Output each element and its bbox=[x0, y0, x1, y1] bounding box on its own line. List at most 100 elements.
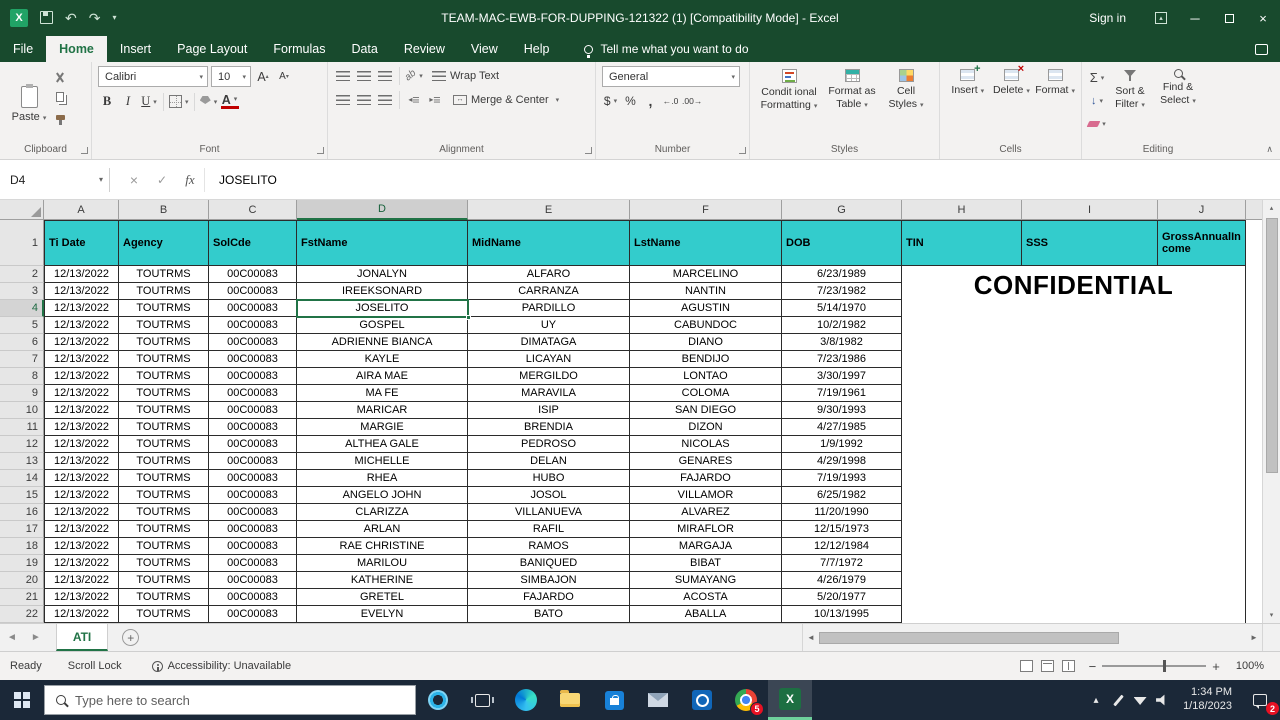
row-header-22[interactable]: 22 bbox=[0, 606, 44, 623]
cell-B6[interactable]: TOUTRMS bbox=[119, 334, 209, 351]
cell-F11[interactable]: DIZON bbox=[630, 419, 782, 436]
cell-F20[interactable]: SUMAYANG bbox=[630, 572, 782, 589]
cell-F19[interactable]: BIBAT bbox=[630, 555, 782, 572]
cell-F4[interactable]: AGUSTIN bbox=[630, 300, 782, 317]
taskbar-search[interactable] bbox=[44, 685, 416, 715]
header-cell-D1[interactable]: FstName bbox=[297, 220, 468, 266]
insert-function-icon[interactable]: fx bbox=[176, 168, 204, 192]
sign-in-button[interactable]: Sign in bbox=[1071, 11, 1144, 25]
header-cell-C1[interactable]: SolCde bbox=[209, 220, 297, 266]
cell-F10[interactable]: SAN DIEGO bbox=[630, 402, 782, 419]
cell-A2[interactable]: 12/13/2022 bbox=[44, 266, 119, 283]
cell-C21[interactable]: 00C00083 bbox=[209, 589, 297, 606]
cell-A20[interactable]: 12/13/2022 bbox=[44, 572, 119, 589]
number-format-select[interactable]: General bbox=[602, 66, 740, 87]
currency-format-icon[interactable] bbox=[602, 92, 619, 110]
name-box[interactable]: D4 bbox=[0, 167, 110, 192]
sheet-tab-ati[interactable]: ATI bbox=[55, 624, 109, 651]
cell-A3[interactable]: 12/13/2022 bbox=[44, 283, 119, 300]
cell-F6[interactable]: DIANO bbox=[630, 334, 782, 351]
zoom-slider[interactable] bbox=[1102, 660, 1207, 672]
cell-C13[interactable]: 00C00083 bbox=[209, 453, 297, 470]
vertical-scrollbar[interactable]: ▴ ▾ bbox=[1262, 200, 1280, 623]
cell-G11[interactable]: 4/27/1985 bbox=[782, 419, 902, 436]
column-header-F[interactable]: F bbox=[630, 200, 782, 220]
cell-G15[interactable]: 6/25/1982 bbox=[782, 487, 902, 504]
cell-G9[interactable]: 7/19/1961 bbox=[782, 385, 902, 402]
fill-color-icon[interactable] bbox=[199, 92, 218, 111]
cell-E3[interactable]: CARRANZA bbox=[468, 283, 630, 300]
cell-C17[interactable]: 00C00083 bbox=[209, 521, 297, 538]
cell-E22[interactable]: BATO bbox=[468, 606, 630, 623]
scroll-down-icon[interactable]: ▾ bbox=[1263, 607, 1280, 623]
conditional-formatting-button[interactable]: Condit ional Formatting bbox=[756, 66, 822, 142]
bold-button[interactable] bbox=[98, 92, 116, 111]
cell-C5[interactable]: 00C00083 bbox=[209, 317, 297, 334]
italic-button[interactable] bbox=[119, 92, 137, 111]
cell-A18[interactable]: 12/13/2022 bbox=[44, 538, 119, 555]
qat-customize-icon[interactable]: ▾ bbox=[112, 14, 116, 22]
pen-icon[interactable] bbox=[1107, 680, 1129, 720]
volume-icon[interactable] bbox=[1151, 680, 1173, 720]
excel-taskbar-button[interactable] bbox=[768, 680, 812, 720]
cell-A9[interactable]: 12/13/2022 bbox=[44, 385, 119, 402]
cut-icon[interactable] bbox=[52, 70, 68, 84]
cell-D9[interactable]: MA FE bbox=[297, 385, 468, 402]
cell-F17[interactable]: MIRAFLOR bbox=[630, 521, 782, 538]
cell-G2[interactable]: 6/23/1989 bbox=[782, 266, 902, 283]
cell-B15[interactable]: TOUTRMS bbox=[119, 487, 209, 504]
cell-F12[interactable]: NICOLAS bbox=[630, 436, 782, 453]
cell-C7[interactable]: 00C00083 bbox=[209, 351, 297, 368]
row-header-12[interactable]: 12 bbox=[0, 436, 44, 453]
cell-D13[interactable]: MICHELLE bbox=[297, 453, 468, 470]
cell-F2[interactable]: MARCELINO bbox=[630, 266, 782, 283]
cell-G6[interactable]: 3/8/1982 bbox=[782, 334, 902, 351]
column-header-G[interactable]: G bbox=[782, 200, 902, 220]
column-header-D[interactable]: D bbox=[297, 200, 468, 220]
format-cells-button[interactable]: Format bbox=[1033, 66, 1077, 142]
taskbar-clock[interactable]: 1:34 PM 1/18/2023 bbox=[1173, 686, 1240, 714]
cell-C8[interactable]: 00C00083 bbox=[209, 368, 297, 385]
cell-G14[interactable]: 7/19/1993 bbox=[782, 470, 902, 487]
cell-A16[interactable]: 12/13/2022 bbox=[44, 504, 119, 521]
cell-C2[interactable]: 00C00083 bbox=[209, 266, 297, 283]
tab-insert[interactable]: Insert bbox=[107, 36, 164, 62]
header-cell-E1[interactable]: MidName bbox=[468, 220, 630, 266]
cell-B3[interactable]: TOUTRMS bbox=[119, 283, 209, 300]
cell-A8[interactable]: 12/13/2022 bbox=[44, 368, 119, 385]
cell-G8[interactable]: 3/30/1997 bbox=[782, 368, 902, 385]
cell-E7[interactable]: LICAYAN bbox=[468, 351, 630, 368]
cell-G16[interactable]: 11/20/1990 bbox=[782, 504, 902, 521]
cell-G22[interactable]: 10/13/1995 bbox=[782, 606, 902, 623]
zoom-slider-thumb[interactable] bbox=[1162, 660, 1166, 672]
sort-filter-button[interactable]: Sort & Filter bbox=[1106, 66, 1154, 142]
cell-G7[interactable]: 7/23/1986 bbox=[782, 351, 902, 368]
cell-B12[interactable]: TOUTRMS bbox=[119, 436, 209, 453]
cell-D8[interactable]: AIRA MAE bbox=[297, 368, 468, 385]
copy-icon[interactable] bbox=[52, 90, 68, 104]
row-header-10[interactable]: 10 bbox=[0, 402, 44, 419]
row-header-4[interactable]: 4 bbox=[0, 300, 44, 317]
cell-B22[interactable]: TOUTRMS bbox=[119, 606, 209, 623]
cell-E19[interactable]: BANIQUED bbox=[468, 555, 630, 572]
header-cell-I1[interactable]: SSS bbox=[1022, 220, 1158, 266]
page-layout-view-icon[interactable] bbox=[1040, 660, 1054, 672]
hidden-icons-chevron[interactable] bbox=[1085, 680, 1107, 720]
cell-F13[interactable]: GENARES bbox=[630, 453, 782, 470]
store-taskbar-button[interactable] bbox=[592, 680, 636, 720]
font-name-select[interactable]: Calibri bbox=[98, 66, 208, 87]
header-cell-B1[interactable]: Agency bbox=[119, 220, 209, 266]
cancel-icon[interactable] bbox=[120, 168, 148, 192]
cell-A10[interactable]: 12/13/2022 bbox=[44, 402, 119, 419]
column-header-H[interactable]: H bbox=[902, 200, 1022, 220]
cell-A4[interactable]: 12/13/2022 bbox=[44, 300, 119, 317]
row-header-15[interactable]: 15 bbox=[0, 487, 44, 504]
scroll-left-icon[interactable] bbox=[803, 633, 819, 642]
dialog-launcher-icon[interactable] bbox=[739, 147, 746, 154]
edge-taskbar-button[interactable] bbox=[504, 680, 548, 720]
cell-F21[interactable]: ACOSTA bbox=[630, 589, 782, 606]
align-middle-icon[interactable] bbox=[355, 66, 373, 85]
cell-B19[interactable]: TOUTRMS bbox=[119, 555, 209, 572]
mail-taskbar-button[interactable] bbox=[636, 680, 680, 720]
cell-B13[interactable]: TOUTRMS bbox=[119, 453, 209, 470]
